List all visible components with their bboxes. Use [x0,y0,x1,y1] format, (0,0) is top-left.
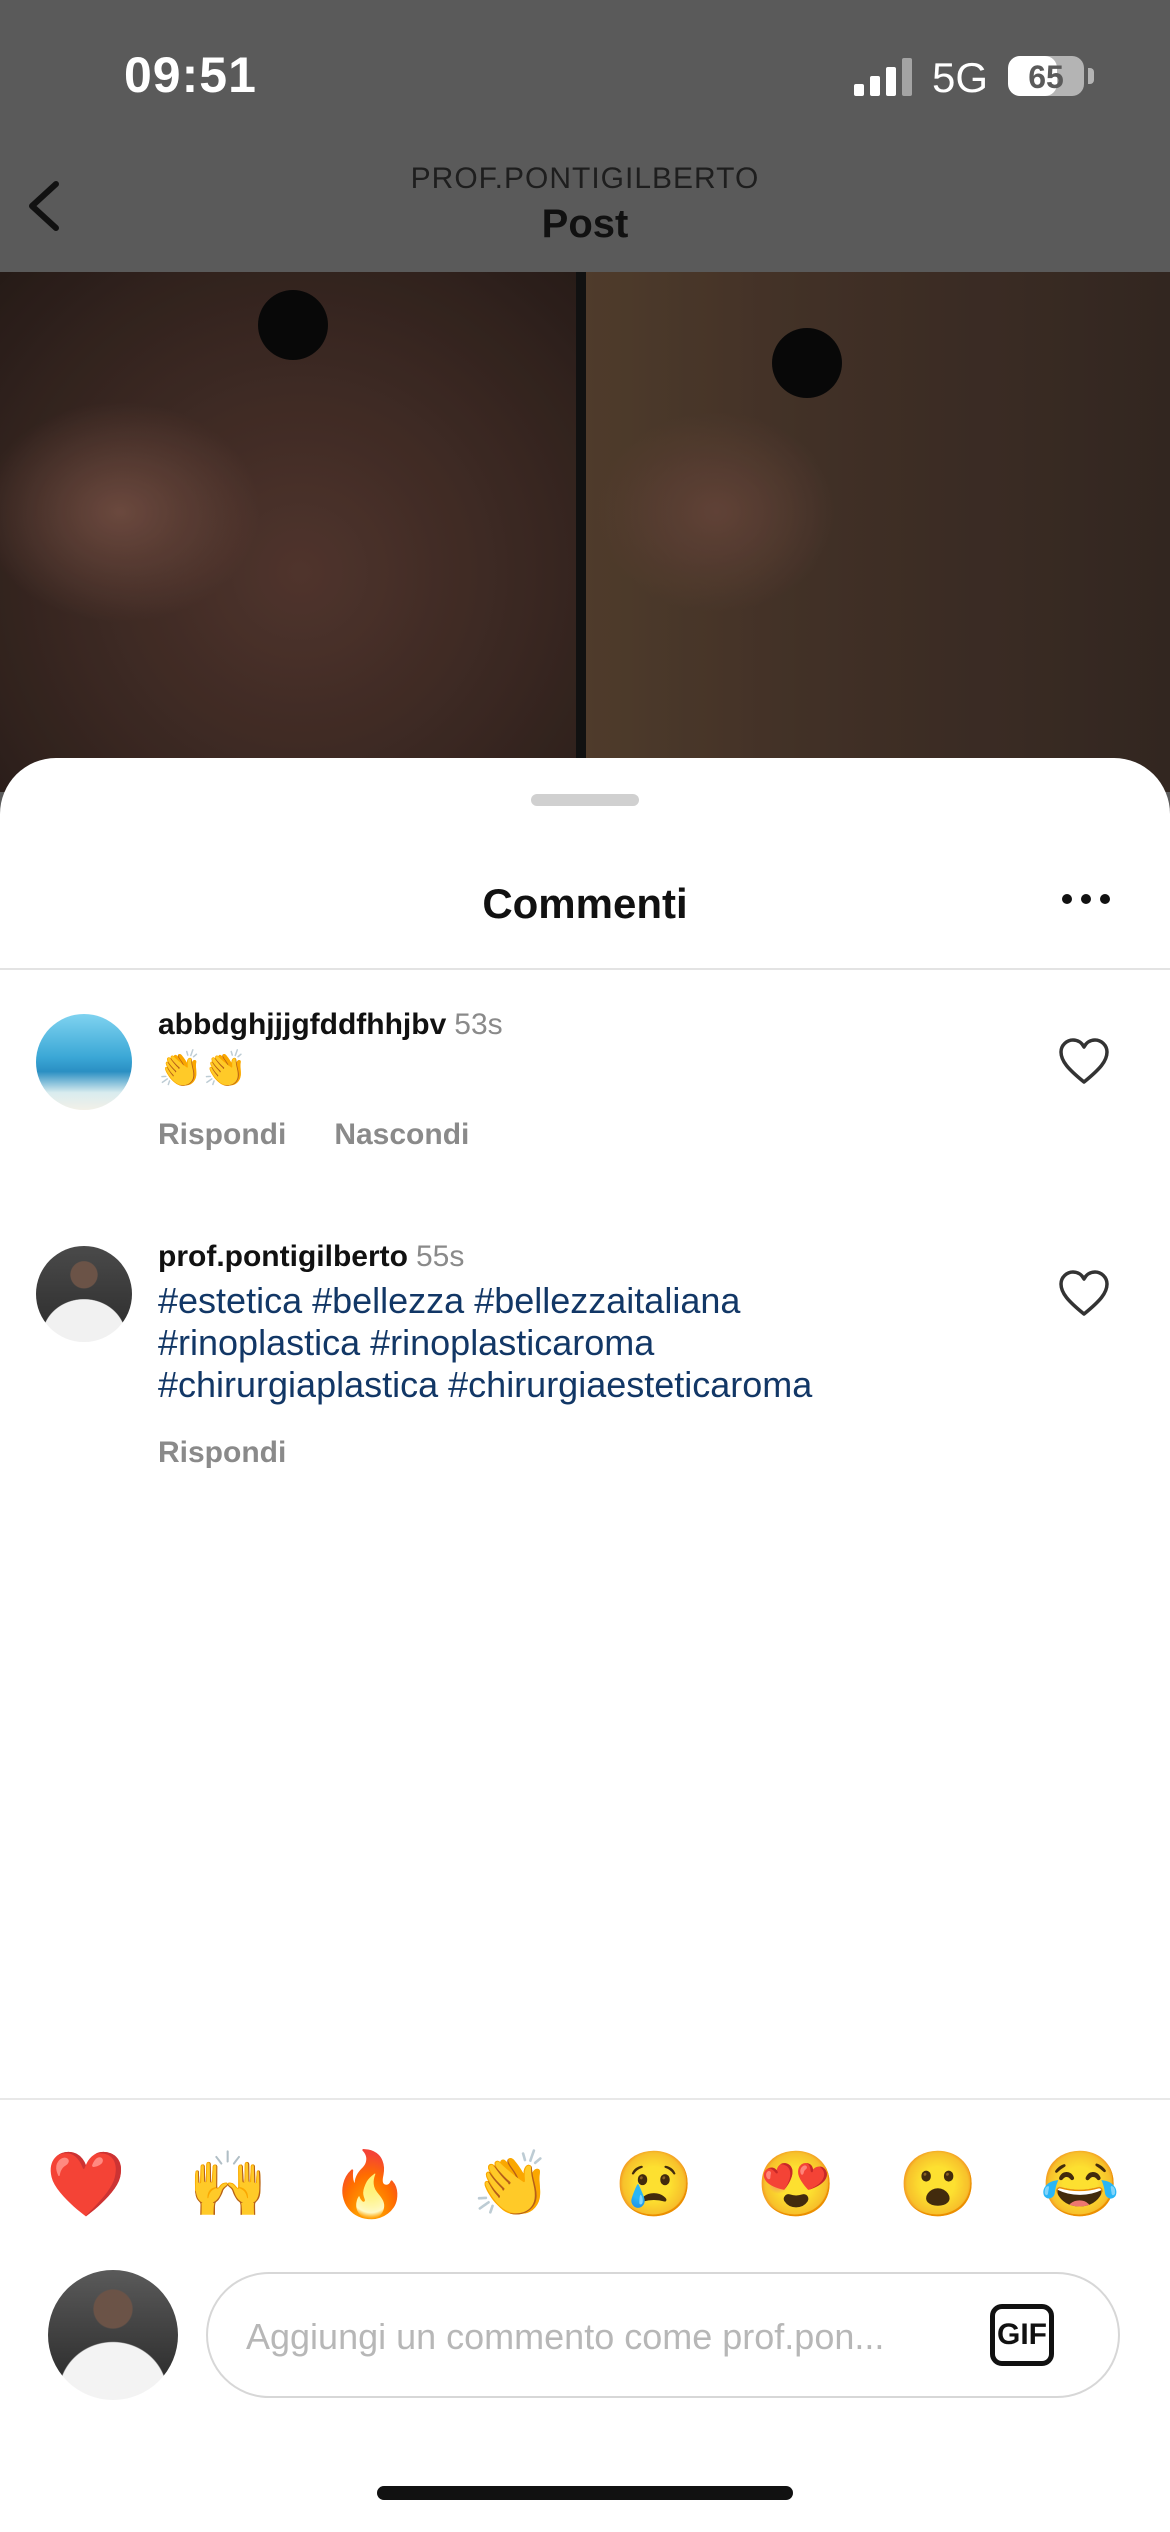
comment-placeholder: Aggiungi un commento come prof.pon... [246,2316,885,2357]
comments-sheet: Commenti abbdghjjjgfddfhhjbv 53s 👏👏 Rispo… [0,758,1170,2532]
hashtag-line[interactable]: #chirurgiaplastica #chirurgiaesteticarom… [158,1364,812,1406]
comment-time: 53s [454,1008,503,1041]
username-text[interactable]: prof.pontigilberto [158,1240,408,1273]
gif-button[interactable]: GIF [990,2304,1054,2366]
reaction-raised-hands-emoji[interactable]: 🙌 [178,2144,278,2224]
hashtag-line[interactable]: #rinoplastica #rinoplasticaroma [158,1322,812,1364]
sheet-grabber[interactable] [531,794,639,806]
battery-icon: 65 [1008,56,1084,96]
reaction-surprised-emoji[interactable]: 😮 [888,2144,988,2224]
post-photo[interactable] [0,272,1170,792]
comment-text: 👏👏 [158,1048,248,1089]
like-heart-icon[interactable] [1058,1270,1110,1318]
comment-username[interactable]: prof.pontigilberto 55s [158,1240,464,1274]
hashtag-line[interactable]: #estetica #bellezza #bellezzaitaliana [158,1280,812,1322]
comment-actions: Rispondi [158,1436,334,1470]
username-text[interactable]: abbdghjjjgfddfhhjbv [158,1008,446,1041]
quick-reactions: ❤️ 🙌 🔥 👏 😢 😍 😮 😂 [0,2144,1170,2224]
sheet-title: Commenti [482,880,688,927]
reaction-crying-emoji[interactable]: 😢 [604,2144,704,2224]
like-heart-icon[interactable] [1058,1038,1110,1086]
hide-button[interactable]: Nascondi [334,1118,469,1151]
avatar[interactable] [36,1014,132,1110]
reaction-fire-emoji[interactable]: 🔥 [320,2144,420,2224]
battery-percentage: 65 [1028,59,1064,95]
comment-username[interactable]: abbdghjjjgfddfhhjbv 53s [158,1008,503,1042]
comment-time: 55s [415,1240,465,1273]
reaction-laughing-emoji[interactable]: 😂 [1030,2144,1130,2224]
current-user-avatar [48,2270,178,2400]
comment-hashtags[interactable]: #estetica #bellezza #bellezzaitaliana #r… [158,1280,812,1406]
comment-input[interactable]: Aggiungi un commento come prof.pon... GI… [206,2272,1120,2398]
status-bar: 09:51 5G 65 [0,0,1170,150]
reply-button[interactable]: Rispondi [158,1436,286,1469]
cellular-signal-icon [854,58,912,96]
divider [0,2098,1170,2100]
network-type: 5G [932,54,989,101]
divider [0,968,1170,970]
avatar[interactable] [36,1246,132,1342]
ellipsis-icon[interactable] [1056,888,1116,912]
reply-button[interactable]: Rispondi [158,1118,286,1151]
status-time: 09:51 [124,47,257,103]
page-title: Post [541,202,629,246]
reaction-heart-emoji[interactable]: ❤️ [36,2144,136,2224]
home-indicator[interactable] [377,2486,793,2500]
account-name[interactable]: PROF.PONTIGILBERTO [0,162,1170,196]
comment-actions: Rispondi Nascondi [158,1118,517,1152]
reaction-heart-eyes-emoji[interactable]: 😍 [746,2144,846,2224]
reaction-clap-emoji[interactable]: 👏 [462,2144,562,2224]
dim-overlay [0,272,1170,792]
battery-tip [1088,68,1094,84]
